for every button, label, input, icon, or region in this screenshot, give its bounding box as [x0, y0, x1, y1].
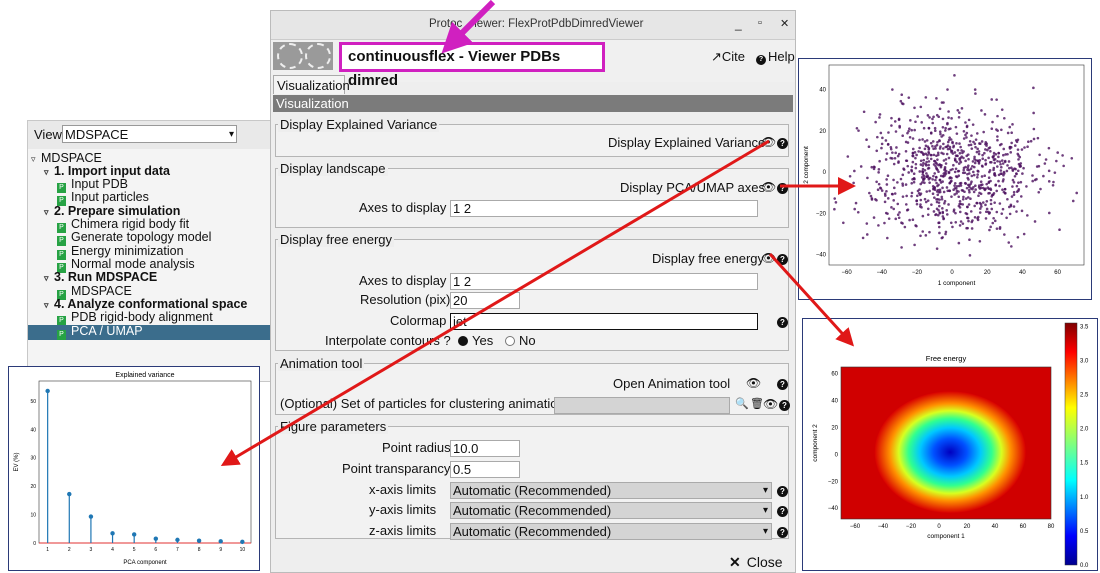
- arrow-to-free-energy: [768, 252, 855, 347]
- magenta-arrow: [441, 0, 496, 54]
- arrow-to-variance: [220, 139, 770, 467]
- annotation-overlay: [220, 0, 856, 467]
